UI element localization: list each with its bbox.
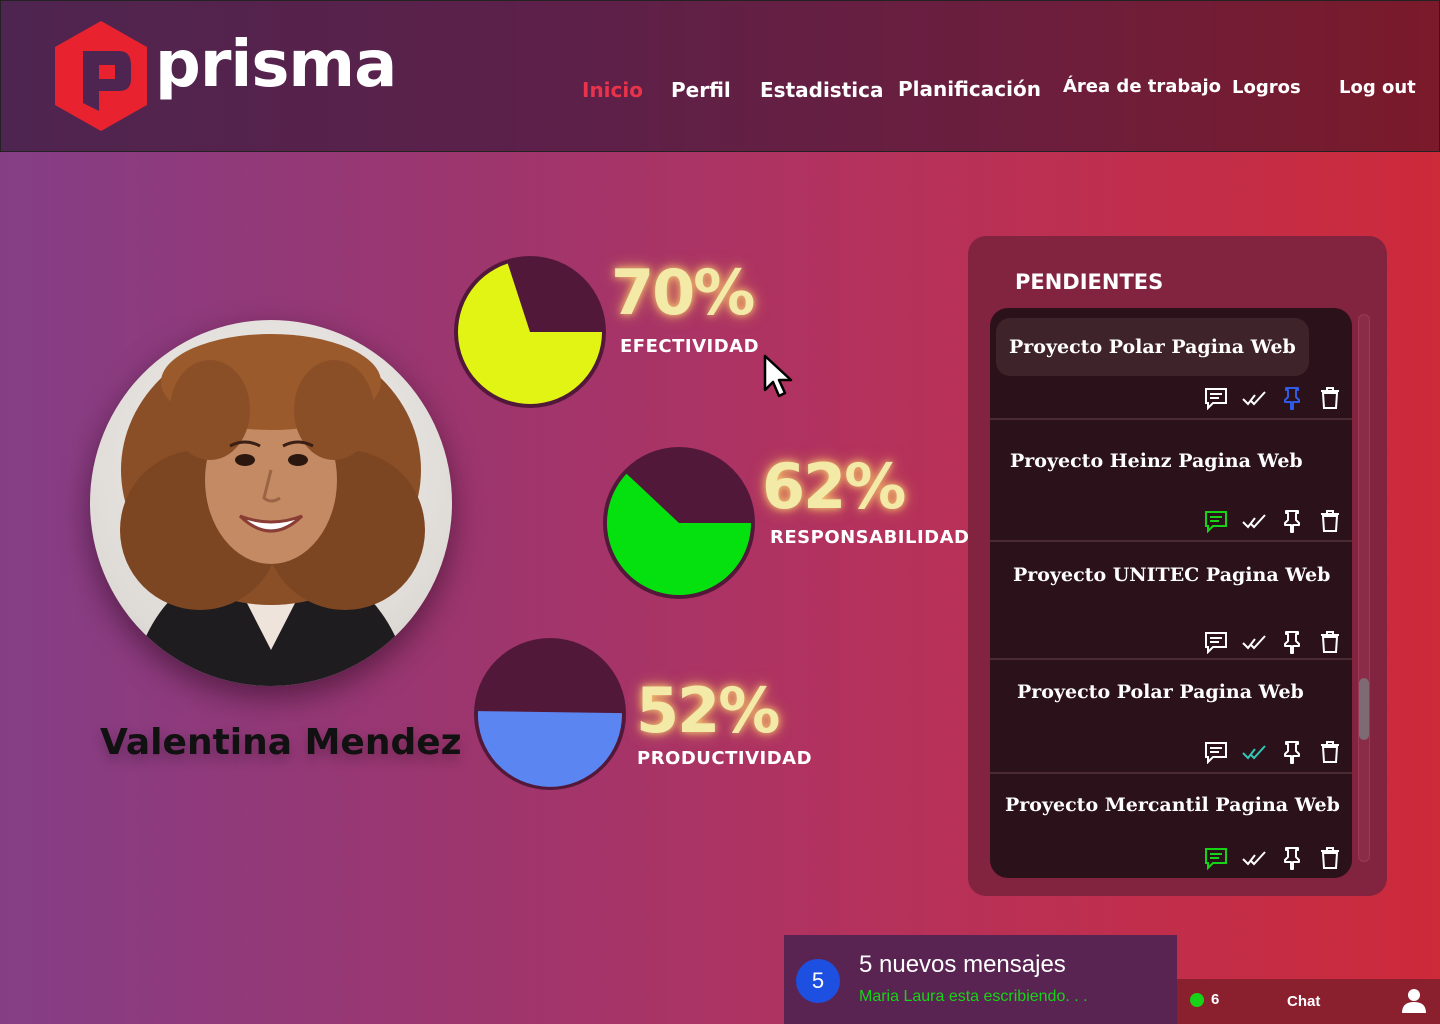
- pin-icon[interactable]: [1280, 846, 1304, 870]
- pin-icon[interactable]: [1280, 740, 1304, 764]
- trash-icon[interactable]: [1318, 630, 1342, 654]
- top-header: prisma Inicio Perfil Estadistica Planifi…: [0, 0, 1440, 152]
- productividad-pie: [474, 638, 626, 790]
- trash-icon[interactable]: [1318, 509, 1342, 533]
- nav-perfil[interactable]: Perfil: [671, 78, 731, 102]
- comment-icon[interactable]: [1204, 386, 1228, 410]
- nav-logout[interactable]: Log out: [1339, 77, 1416, 98]
- main-nav: Inicio Perfil Estadistica Planificación …: [1, 76, 1440, 107]
- user-icon[interactable]: [1401, 987, 1427, 1013]
- efectividad-value: 70%: [611, 256, 755, 329]
- responsabilidad-pie: [603, 447, 755, 599]
- nav-logros[interactable]: Logros: [1232, 77, 1301, 98]
- pending-item-actions: [1204, 630, 1342, 654]
- responsabilidad-value: 62%: [762, 450, 906, 523]
- new-messages-toast[interactable]: 5 5 nuevos mensajes Maria Laura esta esc…: [784, 935, 1177, 1024]
- typing-indicator: Maria Laura esta escribiendo. . .: [859, 988, 1088, 1005]
- trash-icon[interactable]: [1318, 386, 1342, 410]
- pending-item-title[interactable]: Proyecto UNITEC Pagina Web: [1013, 564, 1330, 586]
- pending-item[interactable]: Proyecto UNITEC Pagina Web: [990, 542, 1352, 660]
- check-icon[interactable]: [1242, 740, 1266, 764]
- nav-planificacion[interactable]: Planificación: [898, 77, 1041, 101]
- nav-area-de-trabajo[interactable]: Área de trabajo: [1063, 76, 1221, 97]
- comment-icon[interactable]: [1204, 740, 1228, 764]
- trash-icon[interactable]: [1318, 740, 1342, 764]
- pending-item-actions: [1204, 509, 1342, 533]
- pin-icon[interactable]: [1280, 630, 1304, 654]
- check-icon[interactable]: [1242, 630, 1266, 654]
- comment-icon[interactable]: [1204, 509, 1228, 533]
- check-icon[interactable]: [1242, 386, 1266, 410]
- pending-item[interactable]: Proyecto Heinz Pagina Web: [990, 420, 1352, 542]
- pending-item-actions: [1204, 740, 1342, 764]
- efectividad-label: EFECTIVIDAD: [620, 336, 760, 357]
- online-status-dot: [1190, 993, 1204, 1007]
- online-count: 6: [1211, 991, 1220, 1008]
- pending-scrollbar-thumb[interactable]: [1359, 678, 1369, 740]
- productividad-value: 52%: [636, 674, 780, 747]
- pending-item[interactable]: Proyecto Polar Pagina Web: [990, 308, 1352, 420]
- check-icon[interactable]: [1242, 846, 1266, 870]
- pending-title: PENDIENTES: [1015, 270, 1164, 294]
- pending-panel: PENDIENTES Proyecto Polar Pagina Web Pro…: [968, 236, 1387, 896]
- productividad-label: PRODUCTIVIDAD: [637, 748, 813, 769]
- pending-item-title[interactable]: Proyecto Heinz Pagina Web: [1010, 450, 1303, 472]
- mouse-cursor-icon: [763, 354, 793, 398]
- pending-item-title[interactable]: Proyecto Mercantil Pagina Web: [1005, 794, 1340, 816]
- user-name: Valentina Mendez: [100, 722, 462, 763]
- check-icon[interactable]: [1242, 509, 1266, 533]
- messages-count-badge: 5: [796, 959, 840, 1003]
- pending-item-title[interactable]: Proyecto Polar Pagina Web: [1017, 681, 1304, 703]
- chat-bar[interactable]: 6 Chat: [1177, 979, 1440, 1024]
- pending-item-actions: [1204, 386, 1342, 410]
- pending-item[interactable]: Proyecto Mercantil Pagina Web: [990, 774, 1352, 878]
- nav-estadistica[interactable]: Estadistica: [760, 78, 883, 102]
- profile-avatar[interactable]: [90, 320, 452, 686]
- productividad-pie-fill: [477, 711, 622, 787]
- nav-inicio[interactable]: Inicio: [582, 78, 643, 102]
- chat-label[interactable]: Chat: [1287, 993, 1320, 1010]
- efectividad-pie: [454, 256, 606, 408]
- responsabilidad-label: RESPONSABILIDAD: [770, 527, 970, 548]
- trash-icon[interactable]: [1318, 846, 1342, 870]
- pending-list: Proyecto Polar Pagina Web Proyecto Heinz…: [990, 308, 1352, 878]
- comment-icon[interactable]: [1204, 846, 1228, 870]
- pin-icon[interactable]: [1280, 386, 1304, 410]
- messages-title: 5 nuevos mensajes: [859, 951, 1066, 978]
- pending-scrollbar[interactable]: [1358, 314, 1370, 862]
- pending-item-title[interactable]: Proyecto Polar Pagina Web: [996, 318, 1309, 376]
- pending-item[interactable]: Proyecto Polar Pagina Web: [990, 660, 1352, 774]
- pending-item-actions: [1204, 846, 1342, 870]
- comment-icon[interactable]: [1204, 630, 1228, 654]
- person-photo: [120, 334, 425, 686]
- pin-icon[interactable]: [1280, 509, 1304, 533]
